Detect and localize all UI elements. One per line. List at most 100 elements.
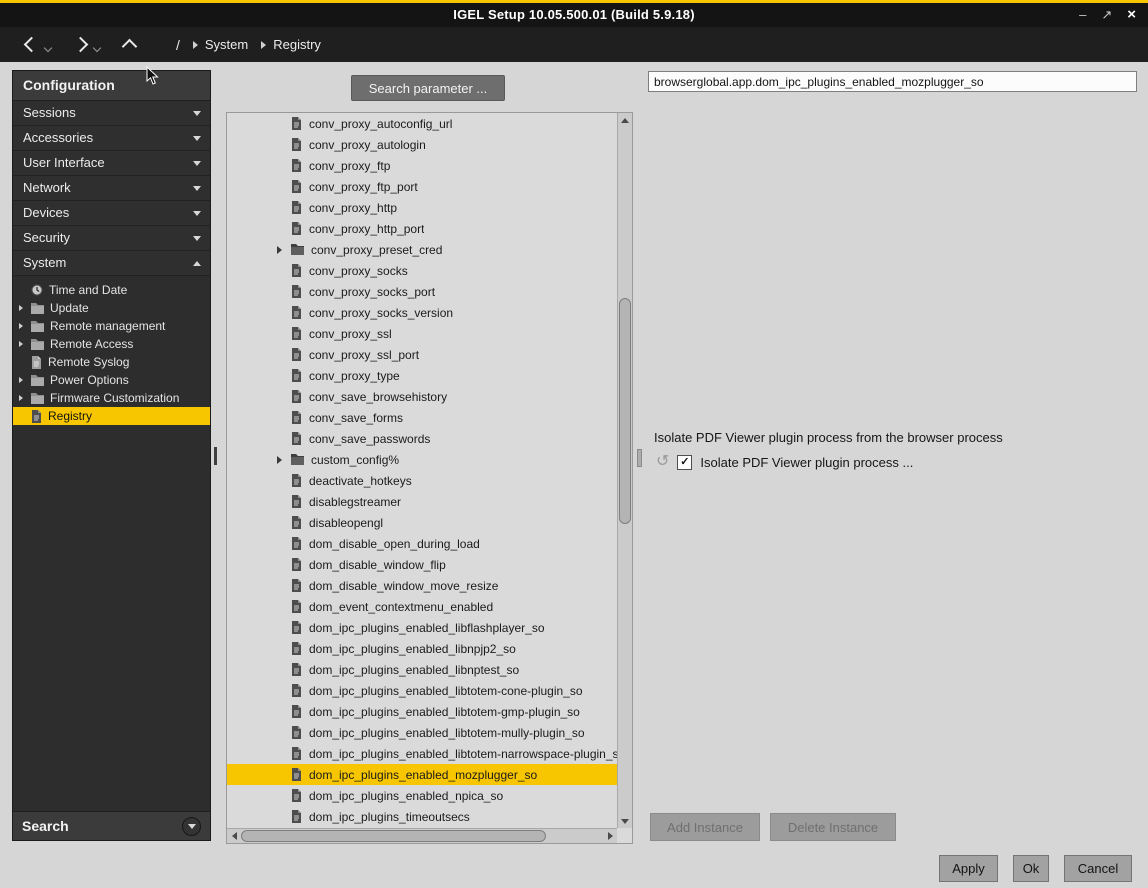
isolate-pdf-checkbox[interactable]: ✓ bbox=[677, 455, 692, 470]
category-label: Security bbox=[13, 230, 70, 245]
registry-item[interactable]: conv_save_browsehistory bbox=[227, 386, 617, 407]
search-parameter-button[interactable]: Search parameter ... bbox=[351, 75, 505, 101]
registry-item[interactable]: disableopengl bbox=[227, 512, 617, 533]
expand-icon[interactable] bbox=[19, 341, 23, 347]
scroll-down-button[interactable] bbox=[618, 814, 632, 828]
registry-item-label: conv_proxy_autoconfig_url bbox=[309, 117, 452, 131]
breadcrumb-system[interactable]: System bbox=[205, 37, 248, 52]
registry-item[interactable]: conv_proxy_autoconfig_url bbox=[227, 113, 617, 134]
sidebar-splitter-handle[interactable] bbox=[214, 447, 217, 465]
registry-item-label: conv_save_forms bbox=[309, 411, 403, 425]
sidebar-tree-item-time-and-date[interactable]: Time and Date bbox=[13, 281, 210, 299]
registry-item[interactable]: dom_ipc_plugins_enabled_npica_so bbox=[227, 785, 617, 806]
expand-icon[interactable] bbox=[19, 377, 23, 383]
forward-history-dropdown-icon[interactable] bbox=[93, 43, 101, 51]
forward-button[interactable] bbox=[69, 33, 91, 57]
sidebar-tree-item-update[interactable]: Update bbox=[13, 299, 210, 317]
apply-button[interactable]: Apply bbox=[939, 855, 998, 882]
registry-item[interactable]: dom_ipc_plugins_enabled_libflashplayer_s… bbox=[227, 617, 617, 638]
registry-item[interactable]: conv_proxy_http_port bbox=[227, 218, 617, 239]
add-instance-button[interactable]: Add Instance bbox=[650, 813, 760, 841]
ok-button[interactable]: Ok bbox=[1013, 855, 1049, 882]
minimize-button[interactable]: – bbox=[1079, 7, 1086, 23]
horizontal-scrollbar[interactable] bbox=[227, 828, 617, 843]
registry-item[interactable]: deactivate_hotkeys bbox=[227, 470, 617, 491]
breadcrumb-root[interactable]: / bbox=[176, 37, 180, 53]
registry-item[interactable]: dom_disable_window_move_resize bbox=[227, 575, 617, 596]
cancel-button[interactable]: Cancel bbox=[1064, 855, 1132, 882]
parameter-path-field[interactable] bbox=[648, 71, 1137, 92]
sidebar-category-devices[interactable]: Devices bbox=[13, 201, 210, 226]
panel-splitter-handle[interactable] bbox=[637, 449, 642, 467]
registry-item[interactable]: conv_proxy_ftp_port bbox=[227, 176, 617, 197]
expand-icon[interactable] bbox=[277, 456, 282, 464]
registry-item[interactable]: dom_disable_window_flip bbox=[227, 554, 617, 575]
category-label: Devices bbox=[13, 205, 69, 220]
expand-icon[interactable] bbox=[19, 395, 23, 401]
vertical-scrollbar-thumb[interactable] bbox=[619, 298, 631, 524]
registry-item[interactable]: conv_proxy_ftp bbox=[227, 155, 617, 176]
expand-icon[interactable] bbox=[277, 246, 282, 254]
breadcrumb-registry[interactable]: Registry bbox=[273, 37, 321, 52]
tree-item-label: Firmware Customization bbox=[50, 391, 179, 405]
registry-item[interactable]: conv_proxy_socks bbox=[227, 260, 617, 281]
category-label: Network bbox=[13, 180, 71, 195]
reset-to-default-icon[interactable]: ↺ bbox=[656, 454, 669, 470]
registry-item[interactable]: conv_proxy_autologin bbox=[227, 134, 617, 155]
sidebar-category-network[interactable]: Network bbox=[13, 176, 210, 201]
registry-item[interactable]: conv_proxy_socks_version bbox=[227, 302, 617, 323]
titlebar: IGEL Setup 10.05.500.01 (Build 5.9.18) –… bbox=[0, 0, 1148, 27]
registry-item[interactable]: dom_ipc_plugins_enabled_libnptest_so bbox=[227, 659, 617, 680]
restore-button[interactable]: ↗ bbox=[1101, 7, 1112, 23]
back-history-dropdown-icon[interactable] bbox=[44, 43, 52, 51]
delete-instance-button[interactable]: Delete Instance bbox=[770, 813, 896, 841]
close-button[interactable]: × bbox=[1127, 7, 1136, 23]
sidebar-tree-item-registry[interactable]: Registry bbox=[13, 407, 210, 425]
registry-item[interactable]: dom_ipc_plugins_enabled_libtotem-mully-p… bbox=[227, 722, 617, 743]
horizontal-scrollbar-thumb[interactable] bbox=[241, 830, 546, 842]
registry-item[interactable]: conv_proxy_http bbox=[227, 197, 617, 218]
sidebar-category-system[interactable]: System bbox=[13, 251, 210, 276]
tree-item-label: Remote management bbox=[50, 319, 165, 333]
registry-item[interactable]: dom_ipc_plugins_enabled_libtotem-narrows… bbox=[227, 743, 617, 764]
registry-item[interactable]: dom_disable_open_during_load bbox=[227, 533, 617, 554]
sidebar-tree-item-firmware-customization[interactable]: Firmware Customization bbox=[13, 389, 210, 407]
sidebar-category-sessions[interactable]: Sessions bbox=[13, 101, 210, 126]
registry-item[interactable]: conv_proxy_socks_port bbox=[227, 281, 617, 302]
file-icon bbox=[291, 390, 302, 403]
back-button[interactable] bbox=[20, 33, 42, 57]
registry-item[interactable]: dom_ipc_plugins_enabled_mozplugger_so bbox=[227, 764, 617, 785]
registry-item[interactable]: custom_config% bbox=[227, 449, 617, 470]
sidebar-category-accessories[interactable]: Accessories bbox=[13, 126, 210, 151]
registry-item[interactable]: disablegstreamer bbox=[227, 491, 617, 512]
sidebar-tree-item-remote-access[interactable]: Remote Access bbox=[13, 335, 210, 353]
registry-item[interactable]: dom_ipc_plugins_enabled_libtotem-cone-pl… bbox=[227, 680, 617, 701]
registry-tree-panel: conv_proxy_autoconfig_url conv_proxy_auto… bbox=[226, 112, 633, 844]
sidebar-tree-item-remote-management[interactable]: Remote management bbox=[13, 317, 210, 335]
search-expand-button[interactable] bbox=[182, 817, 201, 836]
registry-item[interactable]: conv_save_forms bbox=[227, 407, 617, 428]
scroll-right-button[interactable] bbox=[603, 829, 617, 843]
registry-item[interactable]: dom_event_contextmenu_enabled bbox=[227, 596, 617, 617]
registry-item[interactable]: conv_proxy_ssl bbox=[227, 323, 617, 344]
registry-item[interactable]: conv_proxy_preset_cred bbox=[227, 239, 617, 260]
up-button[interactable] bbox=[118, 33, 140, 57]
sidebar-tree-item-power-options[interactable]: Power Options bbox=[13, 371, 210, 389]
registry-item-label: disableopengl bbox=[309, 516, 383, 530]
scroll-left-button[interactable] bbox=[227, 829, 241, 843]
registry-item[interactable]: dom_ipc_plugins_enabled_libnpjp2_so bbox=[227, 638, 617, 659]
sidebar-tree-item-remote-syslog[interactable]: Remote Syslog bbox=[13, 353, 210, 371]
registry-item[interactable]: dom_ipc_plugins_enabled_libtotem-gmp-plu… bbox=[227, 701, 617, 722]
registry-item[interactable]: dom_ipc_plugins_timeoutsecs bbox=[227, 806, 617, 827]
sidebar-category-security[interactable]: Security bbox=[13, 226, 210, 251]
expand-icon[interactable] bbox=[19, 305, 23, 311]
expand-icon[interactable] bbox=[19, 323, 23, 329]
vertical-scrollbar[interactable] bbox=[617, 113, 632, 828]
registry-item[interactable]: conv_proxy_type bbox=[227, 365, 617, 386]
sidebar-category-user-interface[interactable]: User Interface bbox=[13, 151, 210, 176]
search-section[interactable]: Search bbox=[13, 811, 210, 840]
registry-item[interactable]: conv_save_passwords bbox=[227, 428, 617, 449]
registry-item[interactable]: conv_proxy_ssl_port bbox=[227, 344, 617, 365]
registry-item-label: dom_ipc_plugins_enabled_libflashplayer_s… bbox=[309, 621, 545, 635]
scroll-up-button[interactable] bbox=[618, 113, 632, 127]
